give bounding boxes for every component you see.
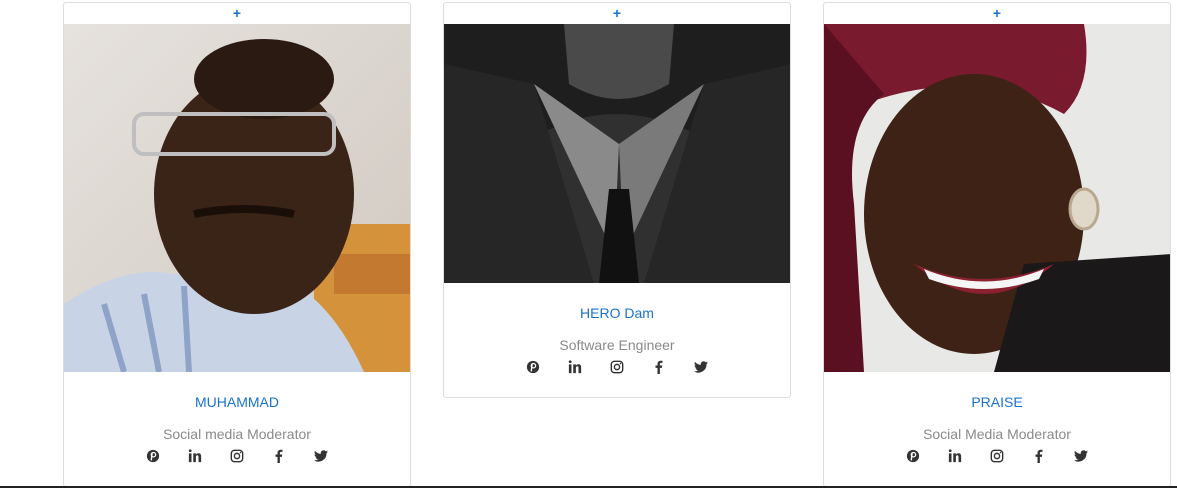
social-links [444,358,790,390]
instagram-icon[interactable] [228,447,246,465]
member-name[interactable]: HERO Dam [444,305,790,321]
twitter-icon[interactable] [1072,447,1090,465]
member-role: Social Media Moderator [923,426,1071,442]
profile-photo [824,24,1170,372]
expand-plus-icon[interactable]: + [824,3,1170,24]
team-card-hero-dam: + HERO Dam Software Engineer [443,2,791,398]
team-card-praise: + PRAISE Social Media Moderator [823,2,1171,487]
expand-plus-icon[interactable]: + [444,3,790,24]
member-name[interactable]: MUHAMMAD [64,394,410,410]
expand-plus-icon[interactable]: + [64,3,410,24]
pinterest-icon[interactable] [524,358,542,376]
member-name[interactable]: PRAISE [824,394,1170,410]
facebook-icon[interactable] [1030,447,1048,465]
member-role: Social media Moderator [163,426,311,442]
profile-photo [444,24,790,283]
social-links [64,447,410,479]
instagram-icon[interactable] [608,358,626,376]
linkedin-icon[interactable] [566,358,584,376]
member-role: Software Engineer [559,337,675,353]
linkedin-icon[interactable] [186,447,204,465]
facebook-icon[interactable] [270,447,288,465]
pinterest-icon[interactable] [904,447,922,465]
page-divider [0,486,1177,488]
team-card-muhammad: + MUHAMMAD Social media Moderator [63,2,411,487]
twitter-icon[interactable] [692,358,710,376]
twitter-icon[interactable] [312,447,330,465]
linkedin-icon[interactable] [946,447,964,465]
instagram-icon[interactable] [988,447,1006,465]
pinterest-icon[interactable] [144,447,162,465]
facebook-icon[interactable] [650,358,668,376]
social-links [824,447,1170,479]
profile-photo [64,24,410,372]
